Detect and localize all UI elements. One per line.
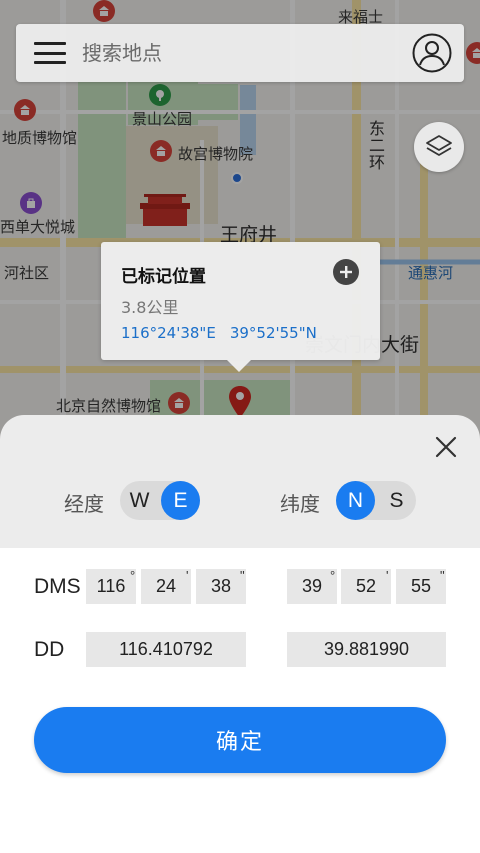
minute-unit: '	[186, 568, 189, 583]
marked-location-title: 已标记位置	[121, 267, 206, 287]
latitude-seconds-input[interactable]	[396, 569, 446, 604]
museum-poi-icon[interactable]	[168, 392, 190, 414]
longitude-hemisphere-toggle[interactable]: W E	[120, 481, 200, 520]
museum-poi-icon[interactable]	[93, 0, 115, 22]
map-label-jingshan: 景山公园	[132, 110, 193, 128]
hemisphere-option-w[interactable]: W	[120, 481, 159, 520]
plus-circle-icon	[340, 266, 352, 278]
latitude-label: 纬度	[280, 492, 320, 516]
map-label-ziran: 北京自然博物馆	[56, 397, 162, 415]
latitude-minutes-input[interactable]	[341, 569, 391, 604]
sheet-body: DMS ° ' " ° ' " DD	[0, 548, 480, 853]
degree-unit: °	[130, 568, 136, 583]
park-poi-icon[interactable]	[149, 84, 171, 106]
map-label-tonghuihe: 通惠河	[408, 264, 454, 282]
longitude-decimal-input[interactable]	[86, 632, 246, 667]
marked-location-latitude: 39°52'55"N	[229, 324, 317, 342]
coordinate-input-sheet: 经度 W E 纬度 N S DMS ° ' " ° ' " DD 确定	[0, 415, 480, 853]
degree-unit: °	[330, 568, 336, 583]
menu-icon[interactable]	[34, 40, 66, 66]
map-label-dizhi: 地质博物馆	[2, 129, 78, 147]
sheet-header: 经度 W E 纬度 N S	[0, 415, 480, 548]
layers-button[interactable]	[414, 122, 464, 172]
search-input[interactable]	[82, 41, 412, 65]
user-avatar-icon[interactable]	[412, 33, 452, 73]
minute-unit: '	[386, 568, 389, 583]
map-label-hexiqu: 河社区	[4, 264, 50, 282]
layers-icon	[426, 135, 452, 156]
marked-location-distance: 3.8公里	[121, 298, 179, 317]
dd-label: DD	[34, 638, 65, 661]
hemisphere-option-n[interactable]: N	[336, 481, 375, 520]
second-unit: "	[240, 568, 245, 583]
latitude-decimal-input[interactable]	[287, 632, 446, 667]
marked-location-longitude: 116°24'38"E	[121, 324, 216, 342]
museum-poi-icon[interactable]	[150, 140, 172, 162]
museum-poi-icon[interactable]	[14, 99, 36, 121]
confirm-button[interactable]: 确定	[34, 707, 446, 773]
shopping-poi-icon[interactable]	[20, 192, 42, 214]
map-label-gugong: 故宫博物院	[178, 145, 254, 163]
latitude-hemisphere-toggle[interactable]: N S	[336, 481, 416, 520]
map-label-xidan: 西单大悦城	[0, 218, 76, 236]
marked-location-card[interactable]: 已标记位置 3.8公里 116°24'38"E 39°52'55"N	[101, 242, 380, 372]
close-icon[interactable]	[432, 433, 460, 461]
longitude-seconds-input[interactable]	[196, 569, 246, 604]
search-bar	[16, 24, 464, 82]
longitude-label: 经度	[64, 492, 104, 516]
longitude-minutes-input[interactable]	[141, 569, 191, 604]
hemisphere-option-e[interactable]: E	[161, 481, 200, 520]
dms-label: DMS	[34, 575, 81, 598]
longitude-degrees-input[interactable]	[86, 569, 136, 604]
map-label-dong2: 东二环	[366, 120, 385, 171]
hemisphere-option-s[interactable]: S	[377, 481, 416, 520]
second-unit: "	[440, 568, 445, 583]
marked-location-coords: 116°24'38"E 39°52'55"N	[121, 324, 317, 342]
add-favorite-button[interactable]	[333, 259, 359, 285]
